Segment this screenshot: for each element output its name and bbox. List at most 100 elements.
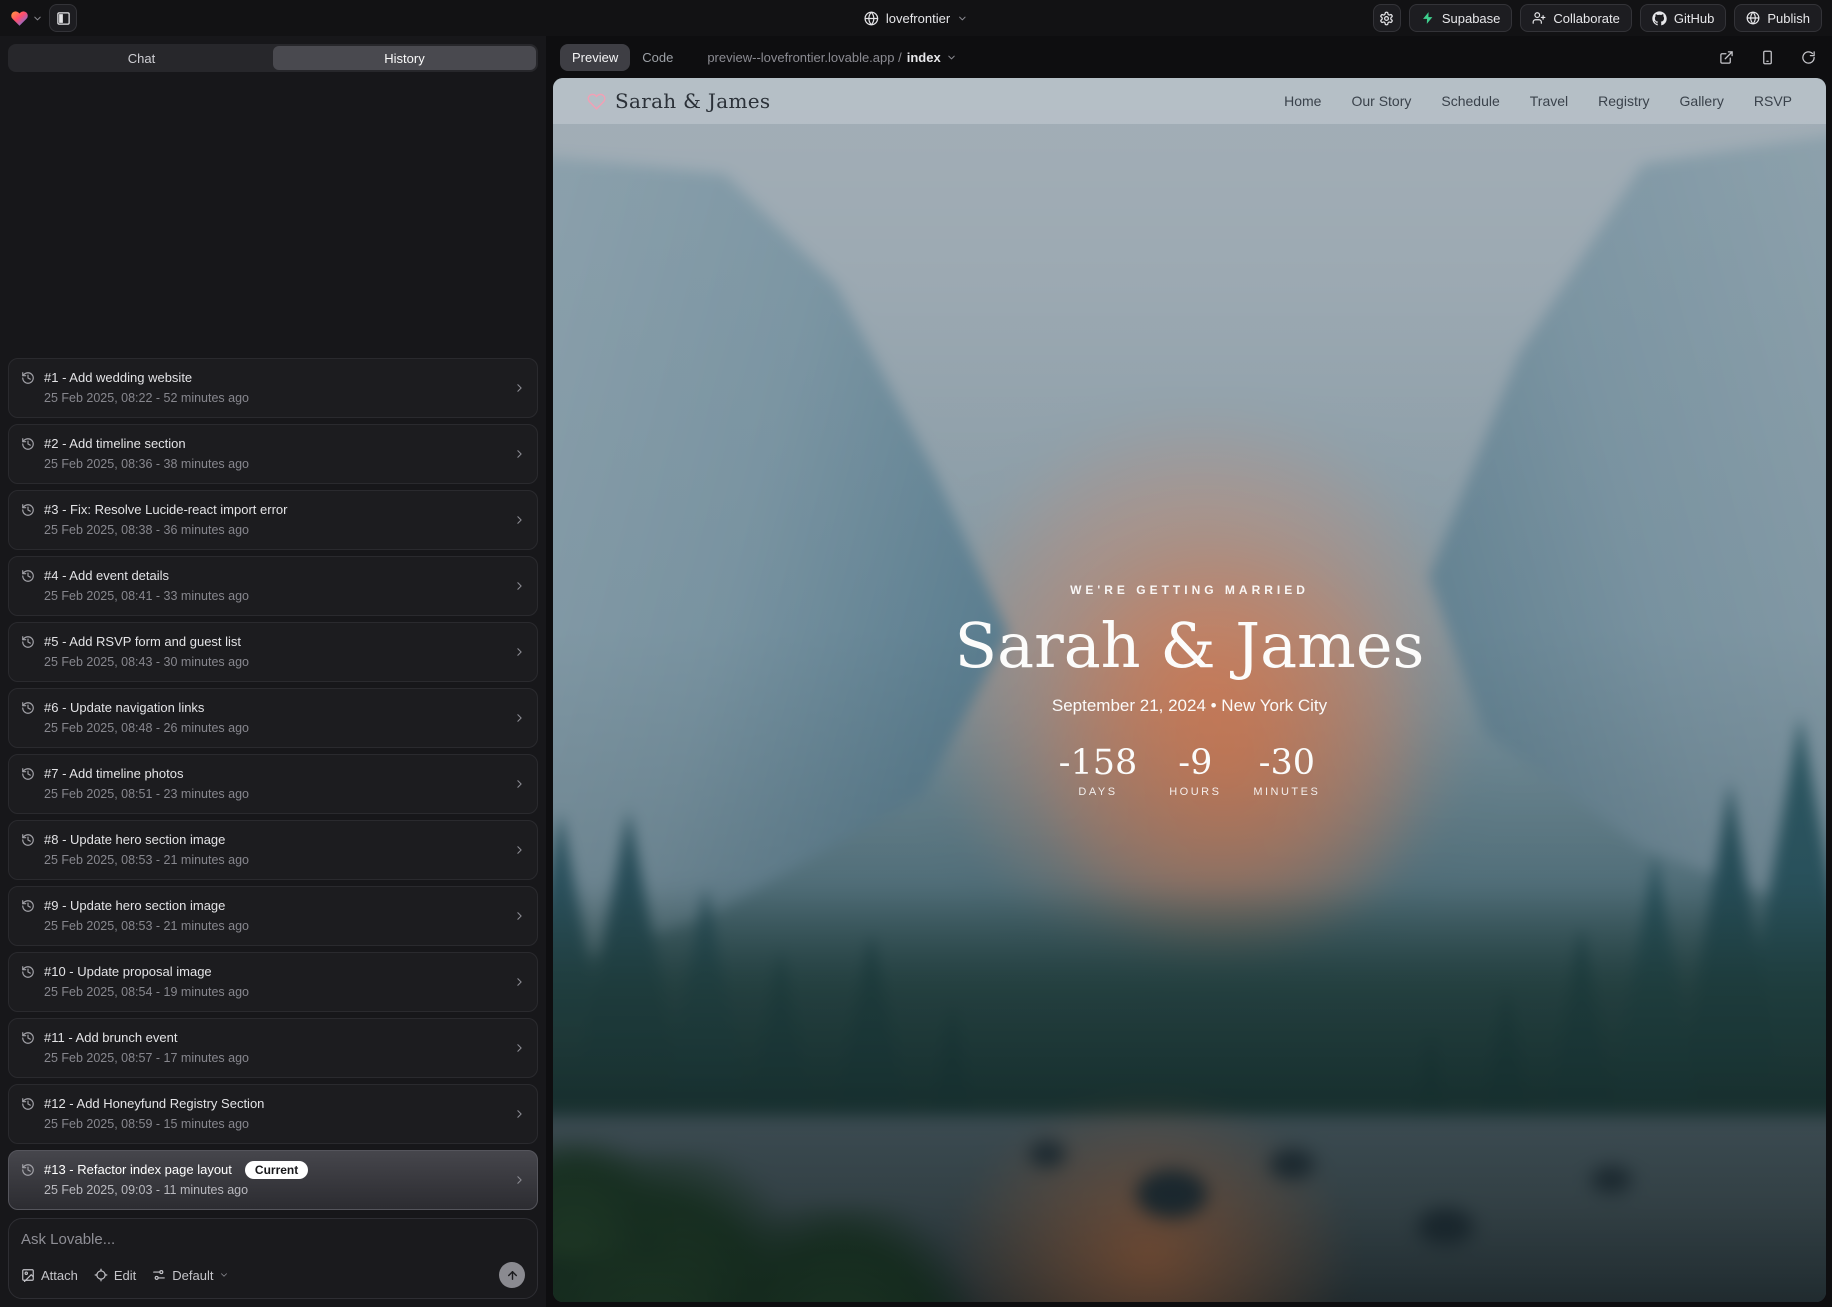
github-icon	[1652, 11, 1667, 26]
history-item-title: #5 - Add RSVP form and guest list	[44, 633, 241, 651]
chevron-right-icon	[513, 580, 526, 593]
chevron-right-icon	[513, 712, 526, 725]
chevron-down-icon	[219, 1270, 229, 1280]
tab-history[interactable]: History	[273, 46, 536, 70]
history-item[interactable]: #4 - Add event details 25 Feb 2025, 08:4…	[8, 556, 538, 616]
users-icon	[1532, 11, 1546, 25]
send-button[interactable]	[499, 1262, 525, 1288]
chevron-right-icon	[513, 778, 526, 791]
globe-icon	[864, 11, 879, 26]
chevron-right-icon	[513, 910, 526, 923]
history-item-meta: 25 Feb 2025, 08:41 - 33 minutes ago	[44, 587, 503, 605]
countdown-unit: -158 DAYS	[1059, 746, 1138, 798]
mode-select-button[interactable]: Default	[152, 1268, 229, 1283]
history-item[interactable]: #13 - Refactor index page layout Current…	[8, 1150, 538, 1210]
history-list: #1 - Add wedding website 25 Feb 2025, 08…	[8, 358, 538, 1210]
mode-label: Default	[172, 1268, 213, 1283]
topbar: lovefrontier Supabase Collaborate	[0, 0, 1832, 36]
history-item-meta: 25 Feb 2025, 08:59 - 15 minutes ago	[44, 1115, 503, 1133]
image-attach-icon	[21, 1268, 35, 1282]
site-nav-link[interactable]: Home	[1284, 93, 1321, 109]
site-nav-link[interactable]: Travel	[1530, 93, 1568, 109]
preview-area: Preview Code preview--lovefrontier.lovab…	[546, 36, 1832, 1307]
arrow-up-icon	[506, 1269, 519, 1282]
toggle-sidebar-button[interactable]	[49, 4, 77, 32]
history-icon	[21, 569, 35, 583]
edit-select-button[interactable]: Edit	[94, 1268, 136, 1283]
panel-left-icon	[56, 11, 71, 26]
site-preview: Sarah & James Home Our Story Schedule Trave…	[553, 78, 1826, 1302]
chevron-right-icon	[513, 844, 526, 857]
supabase-label: Supabase	[1442, 11, 1501, 26]
prompt-input[interactable]: Ask Lovable...	[21, 1231, 525, 1248]
history-item[interactable]: #5 - Add RSVP form and guest list 25 Feb…	[8, 622, 538, 682]
hero-content: WE'RE GETTING MARRIED Sarah & James Sept…	[553, 583, 1826, 798]
history-icon	[21, 1031, 35, 1045]
refresh-button[interactable]	[1801, 50, 1816, 65]
history-item-title: #4 - Add event details	[44, 567, 169, 585]
history-item[interactable]: #6 - Update navigation links 25 Feb 2025…	[8, 688, 538, 748]
history-item[interactable]: #8 - Update hero section image 25 Feb 20…	[8, 820, 538, 880]
countdown-label: DAYS	[1059, 786, 1138, 798]
history-icon	[21, 767, 35, 781]
history-item-title: #1 - Add wedding website	[44, 369, 192, 387]
hero-eyebrow: WE'RE GETTING MARRIED	[553, 583, 1826, 597]
url-prefix: preview--lovefrontier.lovable.app /	[707, 50, 901, 65]
countdown: -158 DAYS -9 HOURS -30 MINUTES	[553, 746, 1826, 798]
url-page: index	[907, 50, 941, 65]
history-item-meta: 25 Feb 2025, 09:03 - 11 minutes ago	[44, 1181, 503, 1199]
history-item-meta: 25 Feb 2025, 08:57 - 17 minutes ago	[44, 1049, 503, 1067]
site-nav-link[interactable]: RSVP	[1754, 93, 1792, 109]
chevron-right-icon	[513, 1108, 526, 1121]
site-nav-link[interactable]: Our Story	[1351, 93, 1411, 109]
edit-label: Edit	[114, 1268, 136, 1283]
history-item-title: #10 - Update proposal image	[44, 963, 212, 981]
chevron-right-icon	[513, 514, 526, 527]
history-item[interactable]: #12 - Add Honeyfund Registry Section 25 …	[8, 1084, 538, 1144]
site-nav-link[interactable]: Schedule	[1441, 93, 1499, 109]
site-nav-link[interactable]: Gallery	[1680, 93, 1724, 109]
history-icon	[21, 437, 35, 451]
history-item[interactable]: #10 - Update proposal image 25 Feb 2025,…	[8, 952, 538, 1012]
site-logo[interactable]: Sarah & James	[587, 89, 770, 113]
site-nav-link[interactable]: Registry	[1598, 93, 1649, 109]
preview-url[interactable]: preview--lovefrontier.lovable.app / inde…	[707, 50, 956, 65]
countdown-unit: -30 MINUTES	[1253, 746, 1320, 798]
attach-button[interactable]: Attach	[21, 1268, 78, 1283]
chat-history-panel: Chat History #1 - Add wedding website 25…	[0, 36, 546, 1307]
publish-button[interactable]: Publish	[1734, 4, 1822, 32]
publish-globe-icon	[1746, 11, 1760, 25]
history-icon	[21, 833, 35, 847]
history-item[interactable]: #9 - Update hero section image 25 Feb 20…	[8, 886, 538, 946]
history-item-meta: 25 Feb 2025, 08:54 - 19 minutes ago	[44, 983, 503, 1001]
project-name: lovefrontier	[886, 11, 950, 26]
history-item[interactable]: #11 - Add brunch event 25 Feb 2025, 08:5…	[8, 1018, 538, 1078]
history-item[interactable]: #3 - Fix: Resolve Lucide-react import er…	[8, 490, 538, 550]
github-button[interactable]: GitHub	[1640, 4, 1726, 32]
tab-preview[interactable]: Preview	[560, 44, 630, 71]
history-icon	[21, 371, 35, 385]
site-logo-text: Sarah & James	[615, 89, 770, 113]
lovable-heart-icon	[10, 9, 29, 28]
history-item-meta: 25 Feb 2025, 08:53 - 21 minutes ago	[44, 851, 503, 869]
collaborate-button[interactable]: Collaborate	[1520, 4, 1632, 32]
settings-button[interactable]	[1373, 4, 1401, 32]
history-icon	[21, 1097, 35, 1111]
github-label: GitHub	[1674, 11, 1714, 26]
lovable-logo-menu[interactable]	[10, 9, 43, 28]
open-external-button[interactable]	[1719, 50, 1734, 65]
history-item-meta: 25 Feb 2025, 08:53 - 21 minutes ago	[44, 917, 503, 935]
history-item[interactable]: #2 - Add timeline section 25 Feb 2025, 0…	[8, 424, 538, 484]
mobile-view-button[interactable]	[1760, 50, 1775, 65]
history-item[interactable]: #7 - Add timeline photos 25 Feb 2025, 08…	[8, 754, 538, 814]
supabase-button[interactable]: Supabase	[1409, 4, 1513, 32]
hero-subtitle: September 21, 2024 • New York City	[553, 696, 1826, 716]
crosshair-icon	[94, 1268, 108, 1282]
history-item-title: #6 - Update navigation links	[44, 699, 204, 717]
tab-code[interactable]: Code	[630, 44, 685, 71]
project-switcher[interactable]: lovefrontier	[864, 0, 968, 36]
current-badge: Current	[245, 1161, 308, 1179]
tab-chat[interactable]: Chat	[10, 46, 273, 70]
history-item[interactable]: #1 - Add wedding website 25 Feb 2025, 08…	[8, 358, 538, 418]
history-item-meta: 25 Feb 2025, 08:22 - 52 minutes ago	[44, 389, 503, 407]
